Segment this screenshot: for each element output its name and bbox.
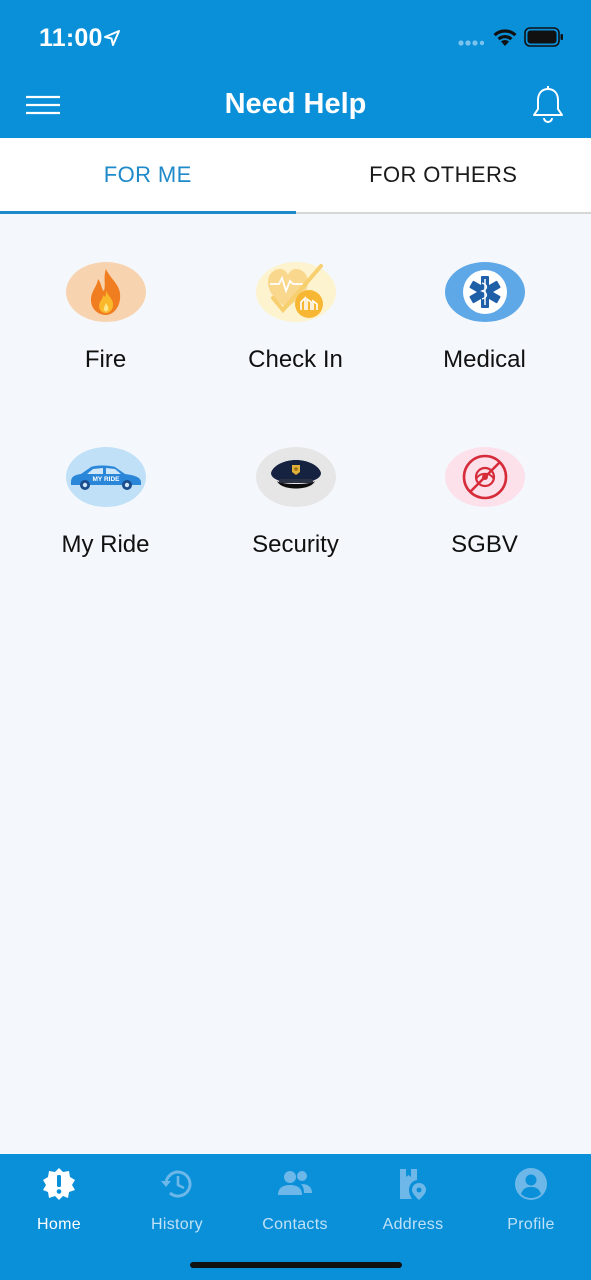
tab-for-others[interactable]: FOR OTHERS [296,138,591,212]
service-label: Check In [248,346,343,373]
notifications-button[interactable] [524,84,572,126]
location-arrow-icon [104,30,120,46]
service-security[interactable]: Security [201,399,390,559]
star-of-life-icon [444,262,525,322]
service-label: My Ride [61,531,150,558]
service-check-in[interactable]: Check In [201,214,390,374]
nav-label: Profile [507,1216,555,1233]
service-label: SGBV [451,531,518,558]
alert-badge-icon [41,1166,77,1202]
nav-label: History [151,1216,203,1233]
no-violence-icon [444,447,525,507]
wifi-icon [493,29,517,46]
nav-label: Address [382,1216,444,1233]
tab-label: FOR OTHERS [369,162,518,187]
status-bar: 11:00 [0,0,591,74]
service-medical[interactable]: Medical [390,214,579,374]
bell-icon [533,86,563,123]
cellular-signal-icon [458,40,484,46]
service-sgbv[interactable]: SGBV [390,399,579,559]
status-time: 11:00 [39,24,103,52]
tab-for-me[interactable]: FOR ME [0,138,296,214]
address-icon [395,1166,431,1202]
history-icon [159,1166,195,1202]
service-label: Fire [84,346,127,373]
home-indicator [190,1262,402,1268]
app-header: 11:00 Need Help [0,0,591,138]
nav-contacts[interactable]: Contacts [236,1166,354,1242]
nav-history[interactable]: History [118,1166,236,1242]
service-label: Security [252,531,339,558]
nav-label: Contacts [262,1216,328,1233]
service-my-ride[interactable]: MY RIDE My Ride [11,399,200,559]
heart-check-icon [255,262,336,322]
fire-icon [65,262,146,322]
nav-profile[interactable]: Profile [472,1166,590,1242]
help-tabs: FOR ME FOR OTHERS [0,138,591,214]
profile-icon [513,1166,549,1202]
tab-label: FOR ME [103,162,192,187]
service-label: Medical [443,346,526,373]
contacts-icon [277,1166,313,1202]
service-fire[interactable]: Fire [11,214,200,374]
svg-text:MY RIDE: MY RIDE [92,476,120,483]
nav-label: Home [37,1216,81,1233]
police-cap-icon [255,447,336,507]
page-title: Need Help [224,88,367,120]
nav-home[interactable]: Home [0,1166,118,1242]
car-icon: MY RIDE [65,447,146,507]
battery-icon [524,27,563,47]
nav-address[interactable]: Address [354,1166,472,1242]
